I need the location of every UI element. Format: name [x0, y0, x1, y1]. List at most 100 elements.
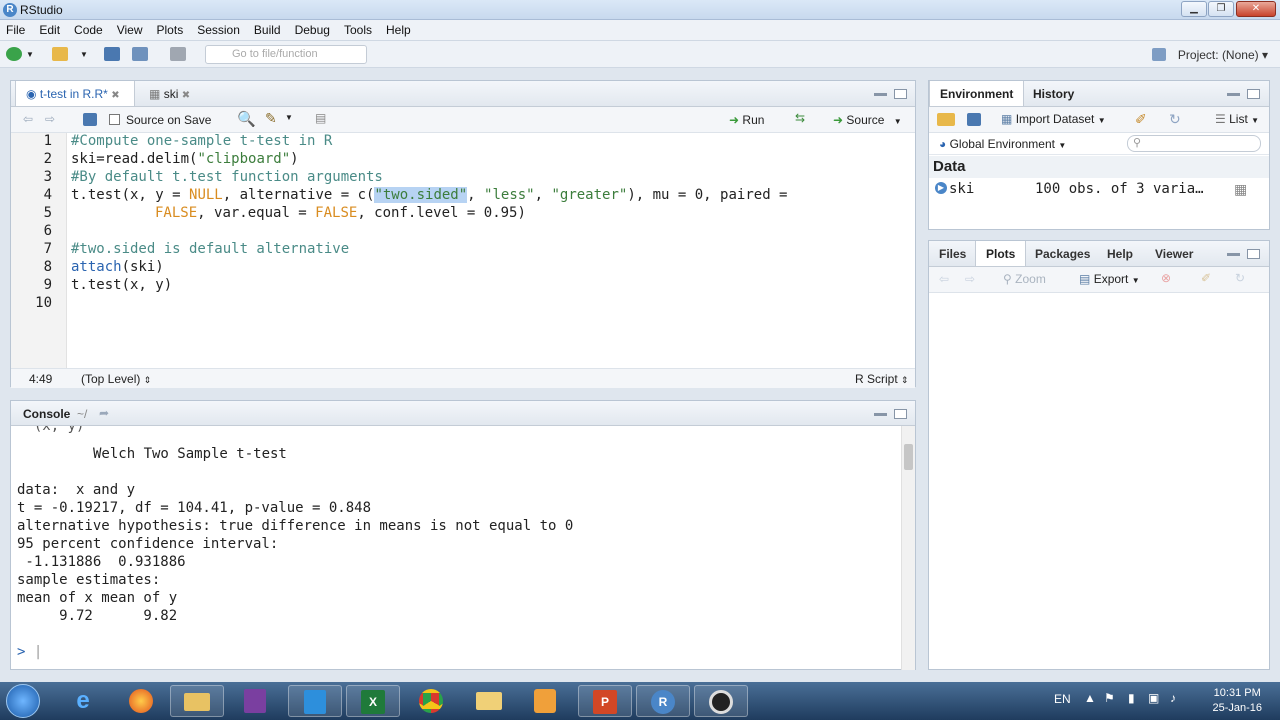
system-clock[interactable]: 10:31 PM 25-Jan-16 — [1212, 686, 1262, 716]
minimize-pane-icon[interactable] — [874, 413, 887, 416]
battery-icon[interactable]: ▮ — [1128, 691, 1135, 705]
env-row-ski[interactable]: ▶ ski 100 obs. of 3 varia… ▦ — [929, 180, 1269, 200]
run-button[interactable]: ➜ Run — [725, 110, 768, 130]
menu-debug[interactable]: Debug — [295, 23, 330, 37]
forward-arrow-icon[interactable]: ⇨ — [45, 112, 55, 126]
menu-view[interactable]: View — [117, 23, 143, 37]
media-player-icon[interactable] — [518, 685, 572, 717]
menu-code[interactable]: Code — [74, 23, 103, 37]
maximize-pane-icon[interactable] — [1247, 249, 1260, 259]
save-icon[interactable] — [104, 47, 120, 61]
volume-icon[interactable]: ♪ — [1170, 691, 1176, 705]
excel-icon[interactable]: X — [346, 685, 400, 717]
network-icon[interactable]: ▣ — [1148, 691, 1159, 705]
broom-icon[interactable]: ✐ — [1135, 111, 1147, 128]
back-arrow-icon[interactable]: ⇦ — [23, 112, 33, 126]
chrome-icon[interactable] — [404, 685, 458, 717]
clear-plots-icon[interactable]: ✐ — [1201, 271, 1211, 285]
close-tab-icon[interactable]: ✖ — [111, 90, 119, 101]
console-scrollbar[interactable] — [901, 426, 915, 670]
tab-ski[interactable]: ▦ ski ✖ — [139, 81, 219, 106]
view-grid-icon[interactable]: ▦ — [1234, 181, 1247, 198]
chevron-down-icon[interactable]: ▼ — [80, 50, 88, 59]
console-line: 95 percent confidence interval: — [17, 536, 279, 552]
menu-plots[interactable]: Plots — [157, 23, 184, 37]
print-icon[interactable] — [170, 47, 186, 61]
folder-icon[interactable] — [462, 685, 516, 717]
menu-file[interactable]: File — [6, 23, 25, 37]
maximize-pane-icon[interactable] — [1247, 89, 1260, 99]
tab-environment[interactable]: Environment — [929, 81, 1025, 106]
magic-wand-icon[interactable]: ✎ — [265, 110, 277, 127]
view-mode-dropdown[interactable]: ☰ List ▼ — [1215, 112, 1259, 126]
open-folder-icon[interactable] — [937, 113, 955, 126]
download-app-icon[interactable] — [288, 685, 342, 717]
maximize-button[interactable]: ❐ — [1208, 1, 1234, 17]
flag-icon[interactable]: ⚑ — [1104, 691, 1115, 705]
tab-t-test-in-r[interactable]: ◉ t-test in R.R* ✖ — [15, 81, 135, 106]
zoom-button[interactable]: ⚲ Zoom — [1003, 272, 1046, 286]
close-tab-icon[interactable]: ✖ — [182, 90, 190, 101]
minimize-pane-icon[interactable] — [874, 93, 887, 96]
menu-tools[interactable]: Tools — [344, 23, 372, 37]
rerun-icon[interactable]: ⇆ — [795, 111, 805, 125]
minimize-pane-icon[interactable] — [1227, 93, 1240, 96]
refresh-icon[interactable]: ↻ — [1169, 111, 1181, 128]
tab-history[interactable]: History — [1023, 81, 1084, 106]
tab-files[interactable]: Files — [929, 241, 976, 266]
console-prompt[interactable]: > | — [17, 644, 42, 660]
import-dataset-button[interactable]: ▦ Import Dataset ▼ — [1001, 112, 1106, 126]
file-explorer-icon[interactable] — [170, 685, 224, 717]
refresh-icon[interactable]: ↻ — [1235, 271, 1245, 285]
console-output[interactable]: (x, y) Welch Two Sample t-test data: x a… — [11, 426, 903, 670]
tab-packages[interactable]: Packages — [1025, 241, 1100, 266]
global-environment-dropdown[interactable]: ◕ Global Environment ▼ — [939, 137, 1066, 151]
tab-help[interactable]: Help — [1097, 241, 1143, 266]
chevron-down-icon[interactable]: ▼ — [26, 50, 34, 59]
recorder-app-icon[interactable] — [694, 685, 748, 717]
expand-icon[interactable]: ▶ — [935, 182, 947, 194]
internet-explorer-icon[interactable]: e — [56, 685, 110, 717]
source-button[interactable]: ➜ Source ▼ — [829, 110, 906, 130]
project-selector[interactable]: Project: (None) ▾ — [1178, 48, 1268, 62]
scope-selector[interactable]: (Top Level) ⇕ — [81, 372, 151, 386]
go-to-directory-icon[interactable]: ➦ — [99, 406, 109, 420]
back-arrow-icon[interactable]: ⇦ — [939, 272, 949, 286]
tab-plots[interactable]: Plots — [975, 241, 1027, 266]
maximize-pane-icon[interactable] — [894, 409, 907, 419]
chevron-down-icon[interactable]: ▼ — [285, 113, 293, 122]
search-icon[interactable]: 🔍 — [237, 110, 256, 128]
language-indicator[interactable]: EN — [1054, 692, 1071, 706]
go-to-file-input[interactable]: Go to file/function — [205, 45, 367, 64]
export-button[interactable]: ▤ Export ▼ — [1079, 272, 1140, 286]
open-folder-icon[interactable] — [52, 47, 68, 61]
firefox-icon[interactable] — [114, 685, 168, 717]
source-on-save-checkbox[interactable] — [109, 114, 120, 125]
close-button[interactable]: ✕ — [1236, 1, 1276, 17]
save-all-icon[interactable] — [132, 47, 148, 61]
minimize-pane-icon[interactable] — [1227, 253, 1240, 256]
minimize-button[interactable]: ▁ — [1181, 1, 1207, 17]
powerpoint-icon[interactable]: P — [578, 685, 632, 717]
file-type-selector[interactable]: R Script ⇕ — [855, 372, 909, 386]
calendar-app-icon[interactable] — [228, 685, 282, 717]
forward-arrow-icon[interactable]: ⇨ — [965, 272, 975, 286]
menu-edit[interactable]: Edit — [39, 23, 60, 37]
environment-search-input[interactable]: ⚲ — [1127, 135, 1261, 152]
menu-build[interactable]: Build — [254, 23, 281, 37]
maximize-pane-icon[interactable] — [894, 89, 907, 99]
start-button-icon[interactable] — [6, 684, 40, 718]
menu-session[interactable]: Session — [197, 23, 240, 37]
code-editor[interactable]: #Compute one-sample t-test in R ski=read… — [71, 133, 911, 369]
scrollbar-thumb[interactable] — [904, 444, 913, 470]
tab-viewer[interactable]: Viewer — [1145, 241, 1203, 266]
save-icon[interactable] — [83, 113, 97, 126]
rstudio-taskbar-icon[interactable]: R — [636, 685, 690, 717]
compile-report-icon[interactable]: ▤ — [315, 111, 326, 125]
show-hidden-icons-icon[interactable]: ▲ — [1084, 691, 1096, 705]
tab-label: ski — [163, 87, 179, 101]
save-icon[interactable] — [967, 113, 981, 126]
remove-plot-icon[interactable]: ⊗ — [1161, 271, 1171, 285]
new-file-icon[interactable] — [6, 47, 22, 61]
menu-help[interactable]: Help — [386, 23, 411, 37]
